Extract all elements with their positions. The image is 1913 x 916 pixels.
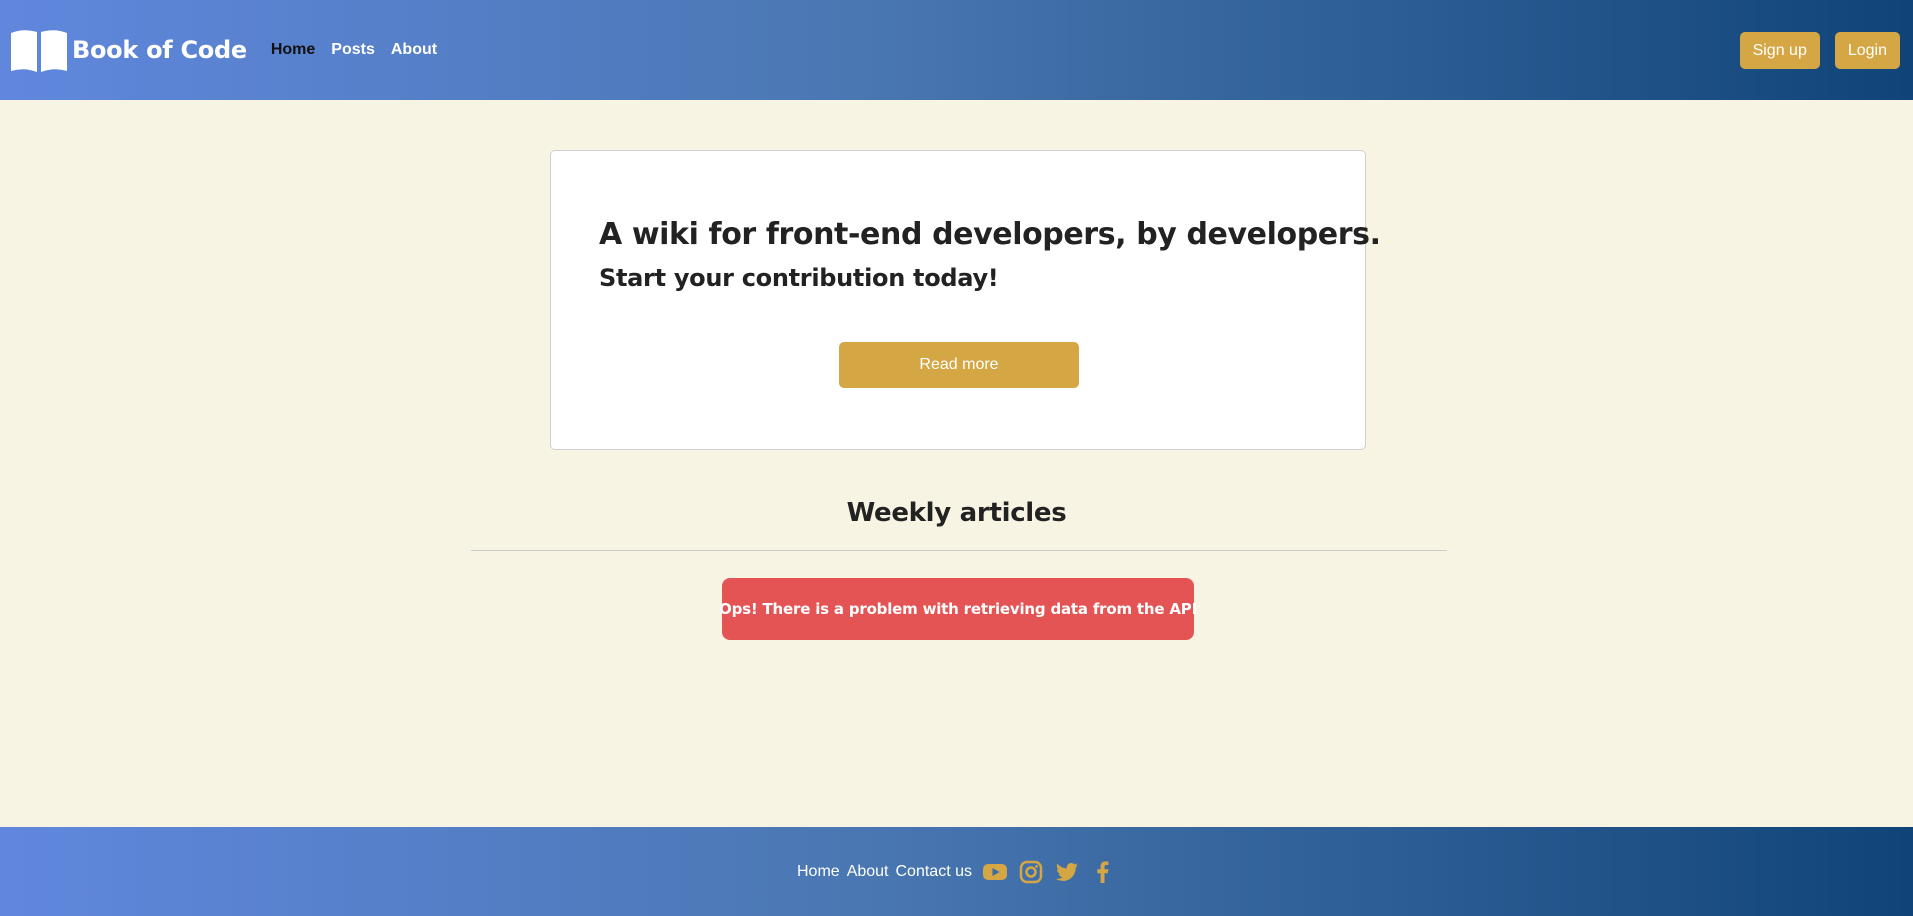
brand[interactable]: Book of Code bbox=[10, 27, 247, 73]
signup-button[interactable]: Sign up bbox=[1739, 32, 1820, 69]
hero-title: A wiki for front-end developers, by deve… bbox=[599, 217, 1381, 252]
footer-link-contact[interactable]: Contact us bbox=[896, 863, 972, 881]
weekly-articles-heading: Weekly articles bbox=[846, 498, 1067, 528]
main-nav: Home Posts About bbox=[271, 41, 437, 59]
nav-about[interactable]: About bbox=[391, 41, 437, 59]
instagram-icon[interactable] bbox=[1018, 859, 1044, 885]
nav-home[interactable]: Home bbox=[271, 41, 315, 59]
open-book-icon bbox=[11, 30, 67, 72]
twitter-icon[interactable] bbox=[1054, 859, 1080, 885]
auth-buttons: Sign up Login bbox=[1739, 32, 1900, 69]
site-header: Book of Code Home Posts About Sign up Lo… bbox=[0, 0, 1913, 100]
social-links bbox=[982, 859, 1116, 885]
login-button[interactable]: Login bbox=[1834, 32, 1900, 69]
section-divider bbox=[471, 550, 1447, 551]
nav-posts[interactable]: Posts bbox=[331, 41, 375, 59]
facebook-icon[interactable] bbox=[1090, 859, 1116, 885]
read-more-button[interactable]: Read more bbox=[839, 342, 1079, 388]
youtube-icon[interactable] bbox=[982, 859, 1008, 885]
footer-link-home[interactable]: Home bbox=[797, 863, 840, 881]
brand-name: Book of Code bbox=[72, 36, 247, 64]
api-error-alert: Ops! There is a problem with retrieving … bbox=[719, 578, 1197, 640]
site-footer: Home About Contact us bbox=[0, 827, 1913, 916]
footer-links: Home About Contact us bbox=[797, 863, 972, 881]
footer-link-about[interactable]: About bbox=[847, 863, 889, 881]
hero-subtitle: Start your contribution today! bbox=[599, 264, 999, 292]
hero-card: A wiki for front-end developers, by deve… bbox=[550, 150, 1381, 450]
